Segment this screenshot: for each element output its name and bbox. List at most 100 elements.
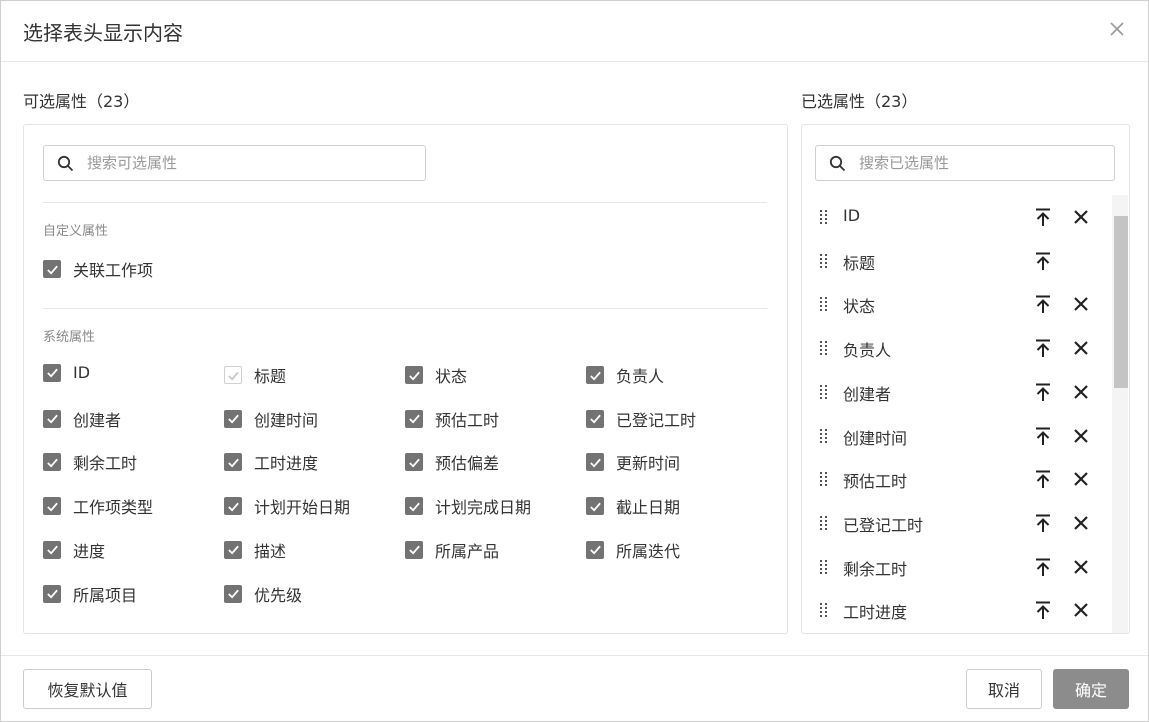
remove-icon[interactable] [1072, 601, 1090, 619]
attribute-checkbox-item[interactable]: ID [43, 363, 90, 382]
move-to-top-icon[interactable] [1034, 426, 1052, 446]
checkbox[interactable] [586, 453, 604, 472]
remove-icon[interactable] [1072, 208, 1090, 226]
remove-icon[interactable] [1072, 339, 1090, 357]
attribute-checkbox-item[interactable]: 计划开始日期 [224, 494, 350, 518]
checkbox[interactable] [224, 584, 242, 603]
attribute-checkbox-item[interactable]: 已登记工时 [586, 407, 696, 431]
attribute-checkbox-item[interactable]: 剩余工时 [43, 450, 137, 474]
checkmark-icon [589, 545, 601, 555]
move-to-top-icon[interactable] [1034, 207, 1052, 227]
reset-default-button[interactable]: 恢复默认值 [23, 669, 152, 709]
checkmark-icon [408, 545, 420, 555]
checkbox[interactable] [43, 409, 61, 428]
attribute-checkbox-item[interactable]: 预估工时 [405, 407, 499, 431]
selected-item[interactable]: 预估工时 [819, 457, 1091, 501]
drag-handle-icon[interactable] [819, 295, 828, 313]
move-to-top-icon[interactable] [1034, 251, 1052, 271]
selected-search-box[interactable] [815, 145, 1115, 181]
checkbox[interactable] [43, 260, 61, 278]
drag-handle-icon[interactable] [819, 383, 828, 401]
scrollbar-track[interactable] [1112, 195, 1128, 633]
selected-item[interactable]: 剩余工时 [819, 545, 1091, 589]
attribute-checkbox-item[interactable]: 创建时间 [224, 407, 318, 431]
drag-handle-icon[interactable] [819, 339, 828, 357]
remove-icon[interactable] [1072, 558, 1090, 576]
checkmark-icon [227, 589, 239, 599]
confirm-button[interactable]: 确定 [1053, 669, 1129, 709]
checkbox[interactable] [586, 366, 604, 384]
checkbox[interactable] [405, 366, 423, 384]
drag-handle-icon[interactable] [819, 514, 828, 532]
selected-item[interactable]: 负责人 [819, 326, 1091, 370]
remove-icon[interactable] [1072, 514, 1090, 532]
checkbox[interactable] [224, 497, 242, 516]
checkbox[interactable] [43, 453, 61, 472]
attribute-checkbox-item[interactable]: 优先级 [224, 582, 302, 606]
close-icon[interactable] [1106, 18, 1128, 40]
available-search-box[interactable] [43, 145, 426, 181]
move-to-top-icon[interactable] [1034, 513, 1052, 533]
scrollbar-thumb[interactable] [1114, 216, 1128, 388]
attribute-checkbox-item[interactable]: 描述 [224, 538, 286, 562]
checkbox[interactable] [224, 366, 242, 384]
checkbox[interactable] [43, 584, 61, 603]
checkbox[interactable] [43, 363, 61, 382]
available-search-input[interactable] [87, 152, 407, 174]
attribute-checkbox-item[interactable]: 工时进度 [224, 450, 318, 474]
attribute-checkbox-item[interactable]: 预估偏差 [405, 450, 499, 474]
attribute-checkbox-item[interactable]: 更新时间 [586, 450, 680, 474]
checkbox[interactable] [43, 497, 61, 516]
checkbox[interactable] [43, 540, 61, 559]
selected-item[interactable]: 已登记工时 [819, 501, 1091, 545]
attribute-checkbox-item[interactable]: 所属项目 [43, 582, 137, 606]
attribute-checkbox-item[interactable]: 负责人 [586, 363, 664, 387]
remove-icon[interactable] [1072, 427, 1090, 445]
move-to-top-icon[interactable] [1034, 338, 1052, 358]
attribute-checkbox-item[interactable]: 工作项类型 [43, 494, 153, 518]
move-to-top-icon[interactable] [1034, 294, 1052, 314]
remove-icon[interactable] [1072, 470, 1090, 488]
cancel-button[interactable]: 取消 [966, 669, 1042, 709]
group-title: 自定义属性 [43, 224, 109, 239]
selected-item[interactable]: 创建时间 [819, 414, 1091, 458]
attribute-checkbox-item[interactable]: 所属迭代 [586, 538, 680, 562]
checkbox[interactable] [586, 540, 604, 559]
move-to-top-icon[interactable] [1034, 600, 1052, 620]
checkbox[interactable] [405, 497, 423, 516]
move-to-top-icon[interactable] [1034, 557, 1052, 577]
move-to-top-icon[interactable] [1034, 382, 1052, 402]
drag-handle-icon[interactable] [819, 601, 828, 619]
attribute-checkbox-item[interactable]: 创建者 [43, 407, 121, 431]
checkbox[interactable] [224, 409, 242, 428]
attribute-checkbox-item[interactable]: 计划完成日期 [405, 494, 531, 518]
attribute-checkbox-item[interactable]: 截止日期 [586, 494, 680, 518]
checkbox[interactable] [405, 540, 423, 559]
drag-handle-icon[interactable] [819, 558, 828, 576]
remove-icon[interactable] [1072, 383, 1090, 401]
selected-item[interactable]: 状态 [819, 282, 1091, 326]
drag-handle-icon[interactable] [819, 470, 828, 488]
selected-item[interactable]: 创建者 [819, 370, 1091, 414]
selected-item[interactable]: ID [819, 195, 1091, 239]
attribute-checkbox-item[interactable]: 关联工作项 [43, 257, 153, 281]
checkbox[interactable] [224, 453, 242, 472]
remove-icon[interactable] [1072, 295, 1090, 313]
checkbox[interactable] [405, 453, 423, 472]
move-to-top-icon[interactable] [1034, 469, 1052, 489]
attribute-checkbox-item[interactable]: 标题 [224, 363, 286, 387]
attribute-checkbox-item[interactable]: 所属产品 [405, 538, 499, 562]
drag-handle-icon[interactable] [819, 208, 828, 226]
selected-item[interactable]: 标题 [819, 239, 1091, 283]
checkbox[interactable] [586, 497, 604, 516]
attribute-checkbox-item[interactable]: 状态 [405, 363, 467, 387]
attribute-checkbox-item[interactable]: 进度 [43, 538, 105, 562]
checkbox[interactable] [224, 540, 242, 559]
checkbox[interactable] [586, 409, 604, 428]
drag-handle-icon[interactable] [819, 252, 828, 270]
drag-handle-icon[interactable] [819, 427, 828, 445]
selected-search-input[interactable] [859, 152, 1099, 174]
checkbox[interactable] [405, 409, 423, 428]
selected-item[interactable]: 工时进度 [819, 588, 1091, 632]
checkmark-icon [227, 414, 239, 424]
